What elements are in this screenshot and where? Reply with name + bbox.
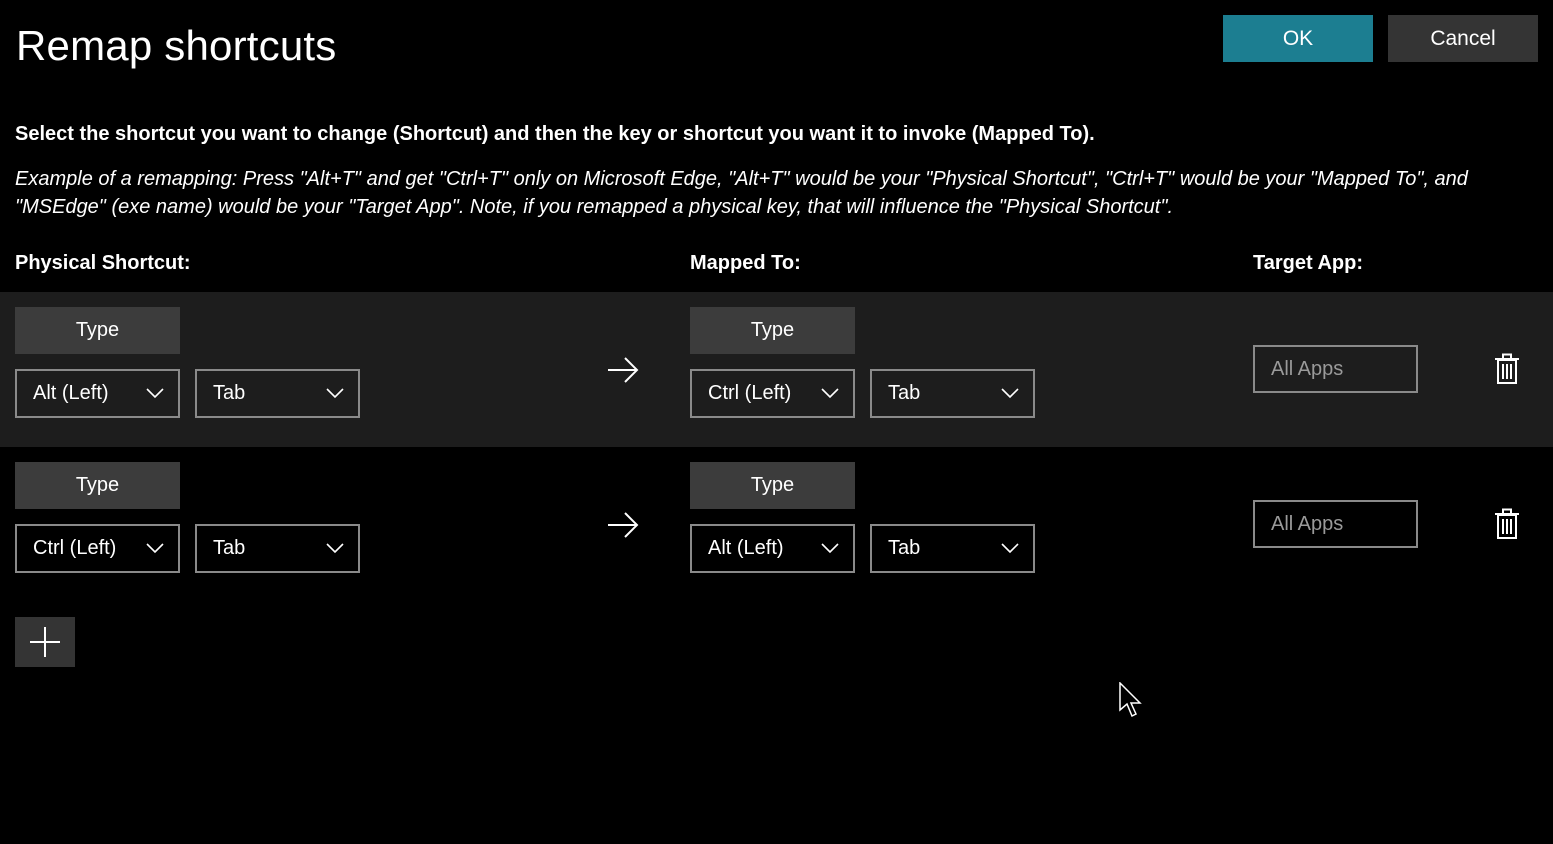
mapped-key-dropdown[interactable]: Tab: [870, 524, 1035, 573]
target-app-input[interactable]: All Apps: [1253, 500, 1418, 548]
physical-key-dropdown[interactable]: Tab: [195, 524, 360, 573]
dropdown-value: Tab: [888, 537, 921, 559]
arrow-right-icon: [608, 512, 639, 538]
plus-icon: [30, 627, 60, 657]
dropdown-value: Alt (Left): [708, 537, 784, 559]
chevron-down-icon: [326, 543, 344, 554]
dropdown-value: Tab: [888, 382, 921, 404]
physical-key-dropdown[interactable]: Ctrl (Left): [15, 524, 180, 573]
shortcut-row: Type Ctrl (Left) Tab Type Alt (Left) Tab…: [0, 447, 1553, 602]
mapped-type-button[interactable]: Type: [690, 462, 855, 509]
mouse-cursor-icon: [1119, 682, 1142, 718]
mapped-type-button[interactable]: Type: [690, 307, 855, 354]
chevron-down-icon: [146, 543, 164, 554]
shortcut-row: Type Alt (Left) Tab Type Ctrl (Left) Tab…: [0, 292, 1553, 447]
target-app-input[interactable]: All Apps: [1253, 345, 1418, 393]
physical-type-button[interactable]: Type: [15, 307, 180, 354]
example-text: Example of a remapping: Press "Alt+T" an…: [15, 168, 1468, 218]
dropdown-value: Alt (Left): [33, 382, 109, 404]
ok-button[interactable]: OK: [1223, 15, 1373, 62]
mapped-key-dropdown[interactable]: Alt (Left): [690, 524, 855, 573]
trash-icon[interactable]: [1493, 508, 1521, 540]
physical-key-dropdown[interactable]: Alt (Left): [15, 369, 180, 418]
target-app-header: Target App:: [1253, 252, 1363, 274]
add-shortcut-button[interactable]: [15, 617, 75, 667]
remap-shortcuts-dialog: Remap shortcuts OK Cancel Select the sho…: [0, 0, 1553, 844]
dropdown-value: Tab: [213, 382, 246, 404]
chevron-down-icon: [326, 388, 344, 399]
arrow-right-icon: [608, 357, 639, 383]
dropdown-value: Ctrl (Left): [33, 537, 117, 559]
mapped-key-dropdown[interactable]: Tab: [870, 369, 1035, 418]
chevron-down-icon: [146, 388, 164, 399]
physical-shortcut-header: Physical Shortcut:: [15, 252, 191, 274]
mapped-key-dropdown[interactable]: Ctrl (Left): [690, 369, 855, 418]
mapped-to-header: Mapped To:: [690, 252, 801, 274]
dropdown-value: Ctrl (Left): [708, 382, 792, 404]
target-app-placeholder: All Apps: [1271, 512, 1344, 535]
physical-key-dropdown[interactable]: Tab: [195, 369, 360, 418]
trash-icon[interactable]: [1493, 353, 1521, 385]
chevron-down-icon: [1001, 543, 1019, 554]
chevron-down-icon: [821, 388, 839, 399]
instruction-text: Select the shortcut you want to change (…: [15, 123, 1095, 145]
physical-type-button[interactable]: Type: [15, 462, 180, 509]
page-title: Remap shortcuts: [16, 22, 337, 69]
chevron-down-icon: [821, 543, 839, 554]
chevron-down-icon: [1001, 388, 1019, 399]
cancel-button[interactable]: Cancel: [1388, 15, 1538, 62]
target-app-placeholder: All Apps: [1271, 357, 1344, 380]
dropdown-value: Tab: [213, 537, 246, 559]
